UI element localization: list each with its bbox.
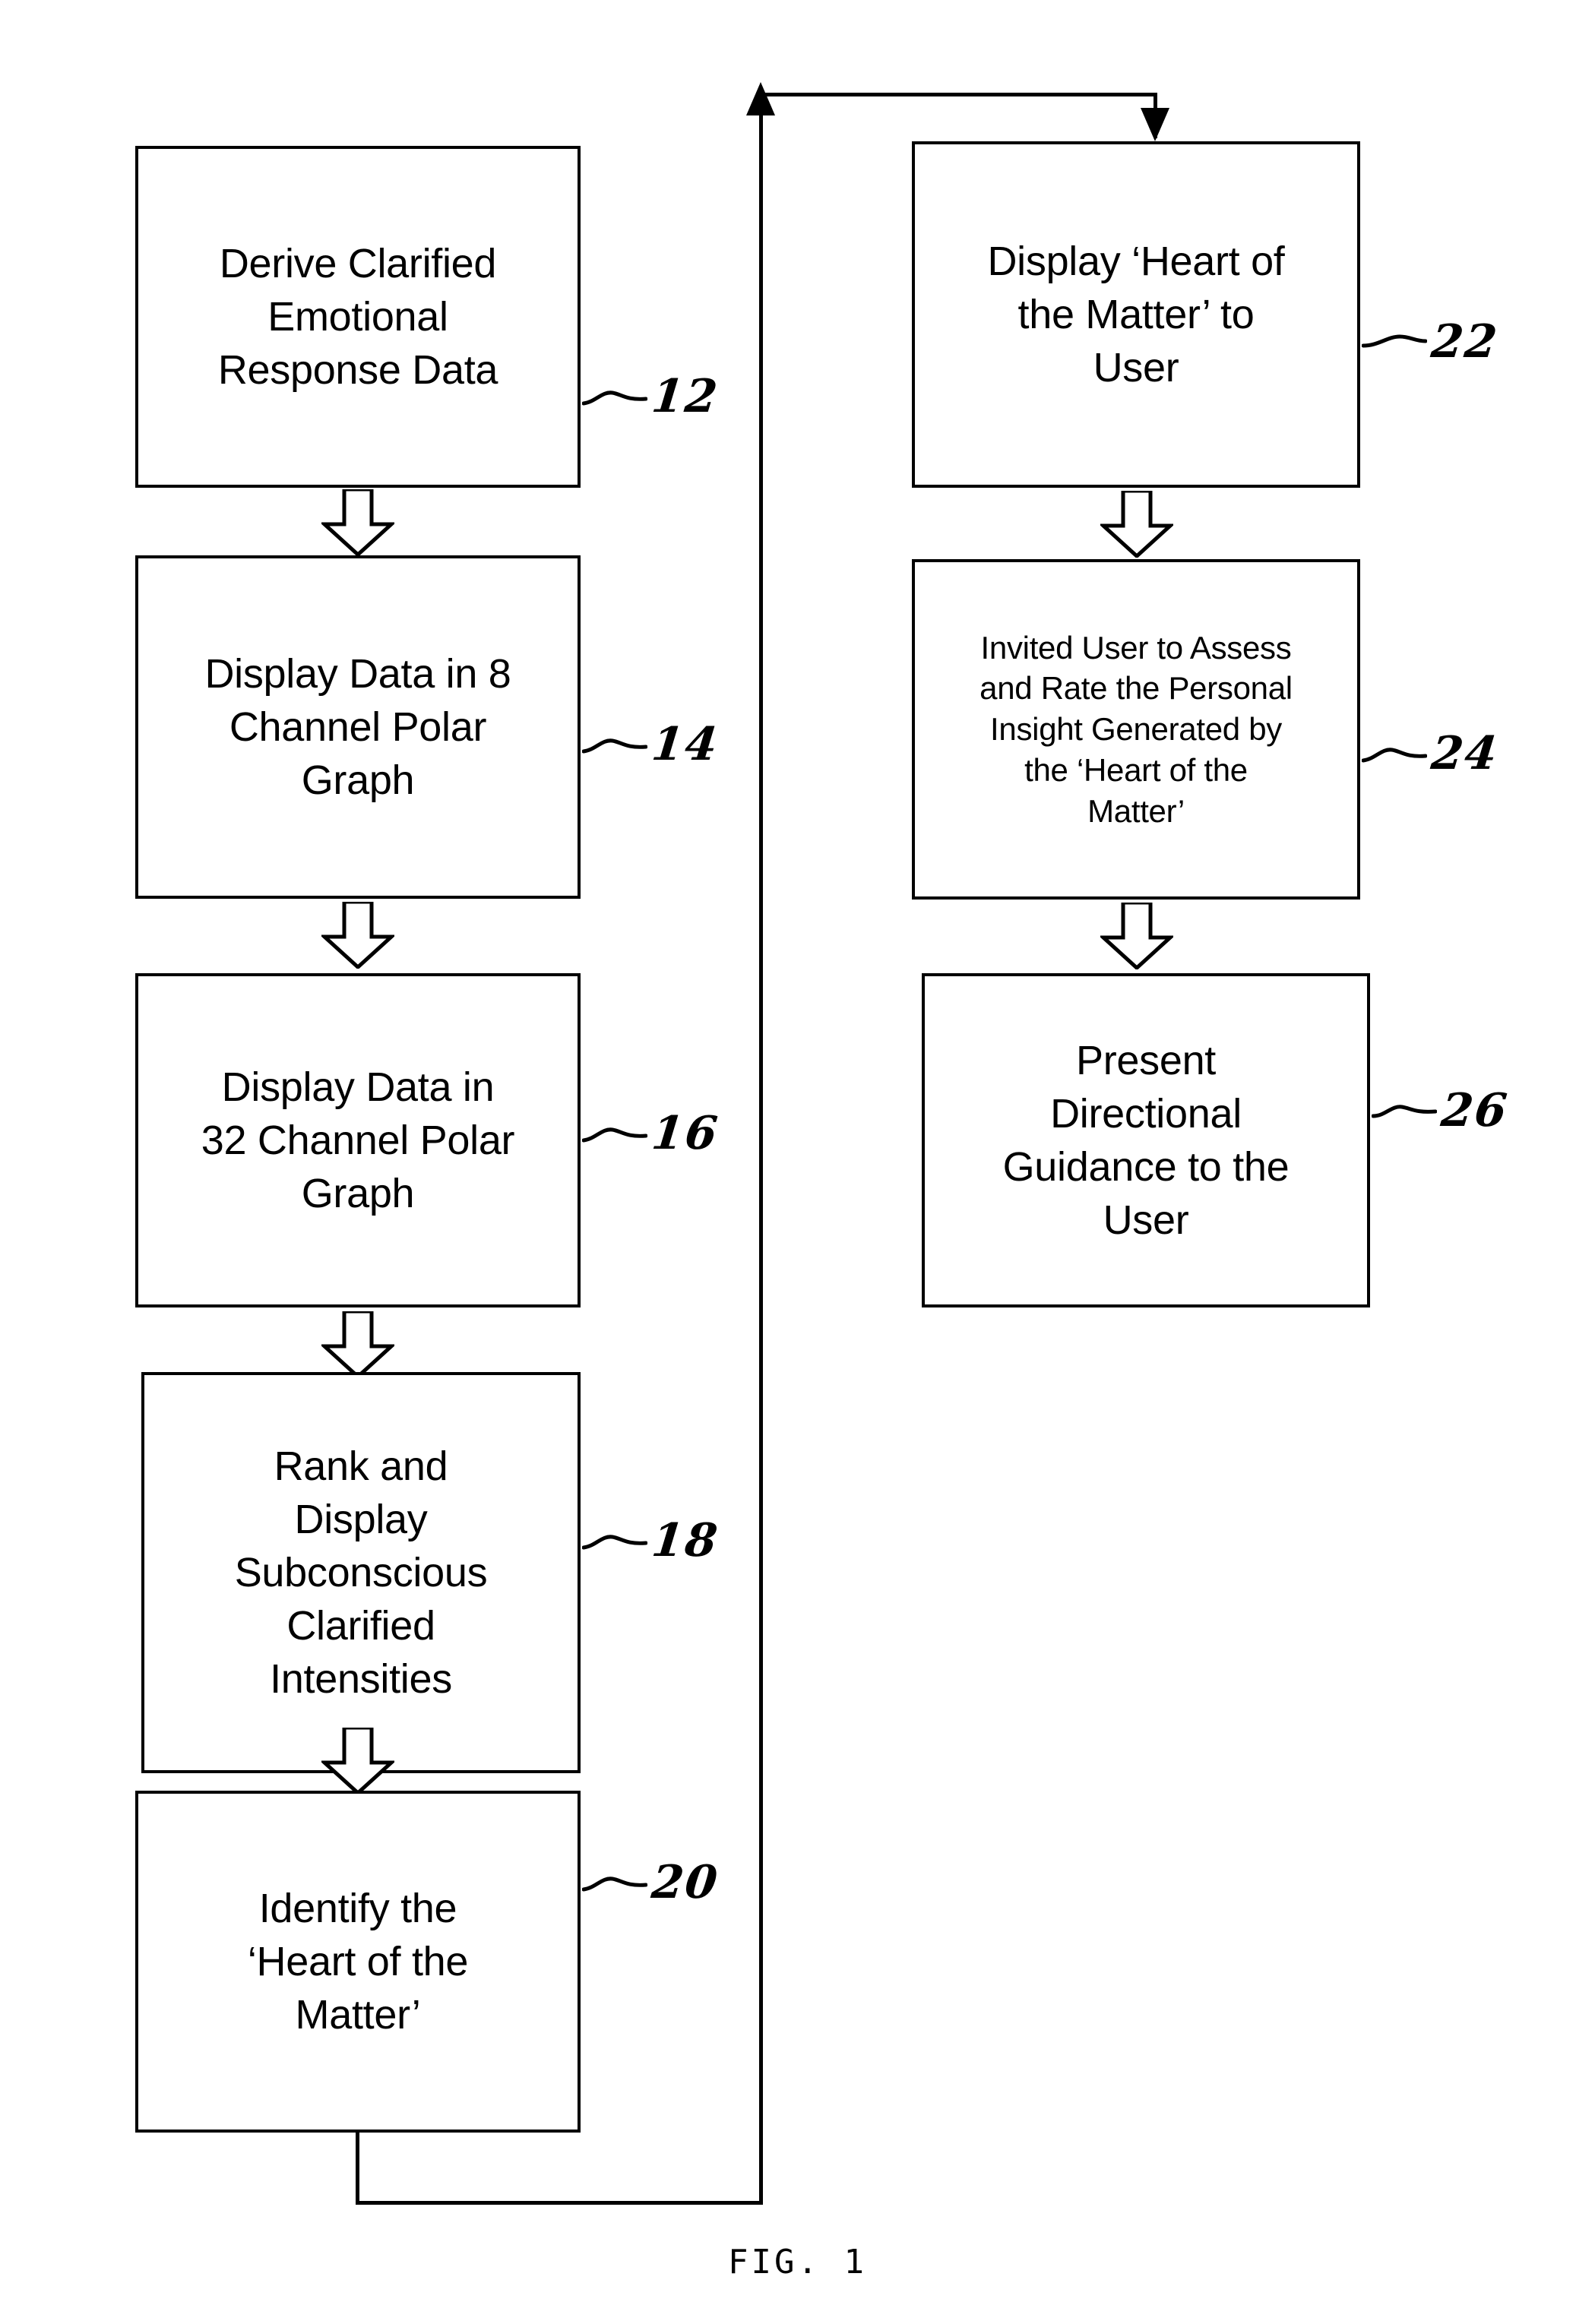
- reference-callout-16: 16: [582, 1107, 722, 1160]
- block-arrow-down-14-to-16: [321, 902, 394, 969]
- flow-box-20: Identify the ‘Heart of the Matter’: [135, 1791, 581, 2133]
- feedback-line-segment-top: [759, 93, 1157, 96]
- reference-callout-12: 12: [582, 370, 722, 423]
- reference-callout-14: 14: [582, 718, 722, 771]
- flow-box-22-label: Display ‘Heart of the Matter’ to User: [987, 238, 1285, 391]
- reference-numeral-16: 16: [649, 1107, 722, 1160]
- feedback-arrowhead-up-icon: [746, 82, 775, 115]
- flow-box-12: Derive Clarified Emotional Response Data: [135, 146, 581, 488]
- leader-line-icon: [582, 1121, 647, 1146]
- leader-line-icon: [582, 1870, 647, 1896]
- flow-box-26: Present Directional Guidance to the User: [922, 973, 1370, 1307]
- leader-line-icon: [582, 1528, 647, 1554]
- feedback-arrowhead-down-icon: [1141, 108, 1169, 141]
- leader-line-icon: [1372, 1098, 1437, 1124]
- reference-numeral-22: 22: [1429, 315, 1502, 368]
- leader-line-icon: [1362, 741, 1427, 767]
- block-arrow-down-22-to-24: [1100, 491, 1173, 558]
- reference-numeral-12: 12: [649, 370, 722, 423]
- block-arrow-down-24-to-26: [1100, 903, 1173, 969]
- reference-callout-20: 20: [582, 1856, 722, 1909]
- reference-numeral-20: 20: [649, 1856, 722, 1909]
- flow-box-22: Display ‘Heart of the Matter’ to User: [912, 141, 1360, 488]
- flow-box-20-label: Identify the ‘Heart of the Matter’: [247, 1885, 469, 2038]
- patent-figure-canvas: Derive Clarified Emotional Response Data…: [0, 0, 1595, 2324]
- flow-box-24: Invited User to Assess and Rate the Pers…: [912, 559, 1360, 900]
- flow-box-14: Display Data in 8 Channel Polar Graph: [135, 555, 581, 899]
- feedback-line-segment-right: [356, 2201, 763, 2205]
- reference-callout-24: 24: [1362, 727, 1502, 780]
- flow-box-14-label: Display Data in 8 Channel Polar Graph: [204, 650, 511, 804]
- flow-box-16: Display Data in 32 Channel Polar Graph: [135, 973, 581, 1307]
- block-arrow-down-16-to-18: [321, 1311, 394, 1378]
- figure-caption: FIG. 1: [728, 2243, 867, 2281]
- flow-box-18: Rank and Display Subconscious Clarified …: [141, 1372, 581, 1773]
- reference-numeral-14: 14: [649, 718, 722, 771]
- block-arrow-down-12-to-14: [321, 489, 394, 556]
- feedback-line-segment-down-from-20: [356, 2133, 359, 2205]
- flow-box-24-label: Invited User to Assess and Rate the Pers…: [979, 629, 1293, 829]
- leader-line-icon: [1362, 329, 1427, 355]
- reference-numeral-26: 26: [1438, 1084, 1511, 1137]
- reference-callout-18: 18: [582, 1514, 722, 1567]
- leader-line-icon: [582, 732, 647, 757]
- reference-numeral-24: 24: [1429, 727, 1502, 780]
- flow-box-16-label: Display Data in 32 Channel Polar Graph: [201, 1064, 515, 1217]
- feedback-line-segment-up: [759, 93, 763, 2205]
- flow-box-18-label: Rank and Display Subconscious Clarified …: [234, 1443, 488, 1703]
- block-arrow-down-18-to-20: [321, 1728, 394, 1794]
- flow-box-12-label: Derive Clarified Emotional Response Data: [217, 240, 498, 394]
- leader-line-icon: [582, 384, 647, 409]
- reference-callout-26: 26: [1372, 1084, 1511, 1137]
- reference-callout-22: 22: [1362, 315, 1502, 368]
- reference-numeral-18: 18: [649, 1514, 722, 1567]
- flow-box-26-label: Present Directional Guidance to the User: [1002, 1037, 1290, 1244]
